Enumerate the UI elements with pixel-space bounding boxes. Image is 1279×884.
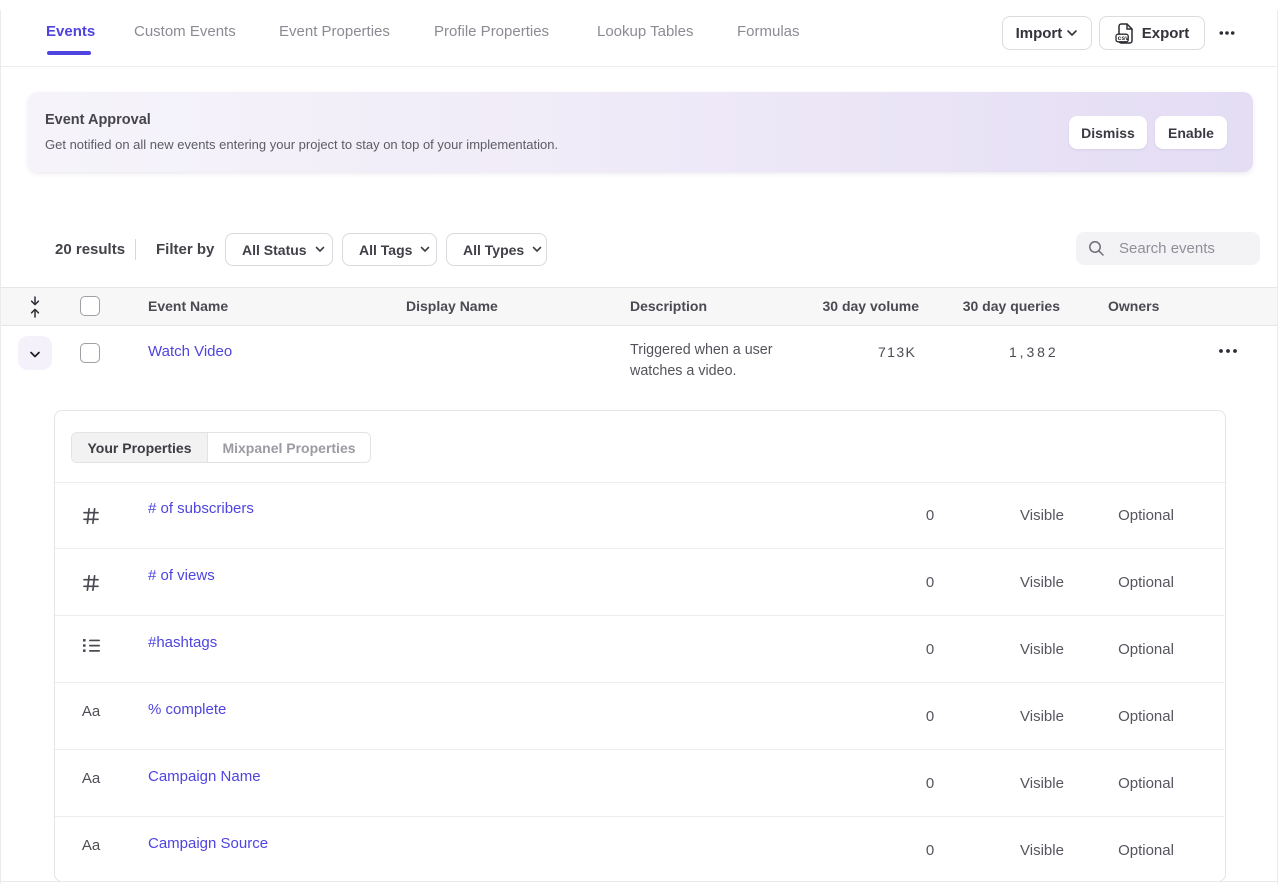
svg-text:csv: csv bbox=[1117, 35, 1129, 42]
